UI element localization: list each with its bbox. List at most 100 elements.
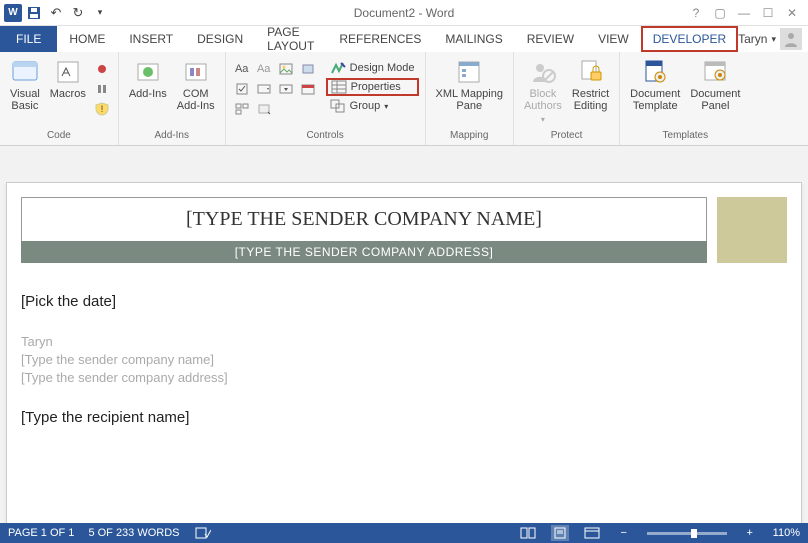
addins-button[interactable]: Add-Ins <box>125 56 171 102</box>
chevron-down-icon: ▾ <box>541 114 545 126</box>
macros-icon <box>54 58 82 86</box>
tab-insert[interactable]: INSERT <box>117 26 185 52</box>
group-protect-label: Protect <box>551 130 583 143</box>
group-button[interactable]: Group ▾ <box>326 98 419 114</box>
zoom-level[interactable]: 110% <box>773 527 800 539</box>
quick-access-toolbar: W ↶ ↻ ▾ <box>0 3 110 23</box>
visual-basic-button[interactable]: Visual Basic <box>6 56 44 114</box>
design-mode-label: Design Mode <box>350 62 415 74</box>
properties-button[interactable]: Properties <box>326 78 419 96</box>
macros-label: Macros <box>50 88 86 100</box>
company-address-field[interactable]: [TYPE THE SENDER COMPANY ADDRESS] <box>21 241 707 263</box>
restrict-editing-label: Restrict Editing <box>572 88 609 112</box>
ribbon-display-icon[interactable]: ▢ <box>710 4 730 22</box>
titlebar: W ↶ ↻ ▾ Document2 - Word ? ▢ — ☐ ✕ <box>0 0 808 26</box>
logo-placeholder[interactable] <box>717 197 787 263</box>
undo-icon[interactable]: ↶ <box>46 3 66 23</box>
group-code: Visual Basic Macros ! Code <box>0 52 119 145</box>
window-controls: ? ▢ — ☐ ✕ <box>686 4 808 22</box>
date-picker-field[interactable]: [Pick the date] <box>21 293 787 310</box>
design-mode-button[interactable]: Design Mode <box>326 60 419 76</box>
combobox-control-icon[interactable] <box>254 80 274 98</box>
group-templates-label: Templates <box>663 130 709 143</box>
properties-label: Properties <box>351 81 401 93</box>
date-picker-control-icon[interactable] <box>298 80 318 98</box>
document-template-label: Document Template <box>630 88 680 112</box>
com-addins-button[interactable]: COM Add-Ins <box>173 56 219 114</box>
chevron-down-icon: ▾ <box>384 102 388 111</box>
tab-references[interactable]: REFERENCES <box>327 26 433 52</box>
group-controls-label: Controls <box>306 130 343 143</box>
restrict-editing-button[interactable]: Restrict Editing <box>568 56 613 114</box>
spellcheck-icon[interactable] <box>194 525 212 541</box>
sender-address-field[interactable]: [Type the sender company address] <box>21 370 787 385</box>
dropdown-control-icon[interactable] <box>276 80 296 98</box>
read-mode-icon[interactable] <box>519 525 537 541</box>
xml-mapping-icon <box>455 58 483 86</box>
document-page[interactable]: [TYPE THE SENDER COMPANY NAME] [TYPE THE… <box>6 182 802 523</box>
tab-page-layout[interactable]: PAGE LAYOUT <box>255 26 327 52</box>
macros-button[interactable]: Macros <box>46 56 90 102</box>
window-title: Document2 - Word <box>354 6 454 20</box>
tab-view[interactable]: VIEW <box>586 26 641 52</box>
sender-name-field[interactable]: Taryn <box>21 334 787 349</box>
tab-review[interactable]: REVIEW <box>515 26 586 52</box>
word-count[interactable]: 5 OF 233 WORDS <box>88 527 179 539</box>
checkbox-control-icon[interactable] <box>232 80 252 98</box>
zoom-thumb[interactable] <box>691 529 697 538</box>
avatar-icon <box>780 28 802 50</box>
chevron-down-icon: ▾ <box>771 34 776 45</box>
macro-security-icon[interactable]: ! <box>92 100 112 118</box>
repeating-section-icon[interactable] <box>232 100 252 118</box>
company-name-field[interactable]: [TYPE THE SENDER COMPANY NAME] <box>21 197 707 241</box>
zoom-in-icon[interactable]: + <box>741 525 759 541</box>
ribbon: Visual Basic Macros ! Code Add-Ins <box>0 52 808 146</box>
redo-icon[interactable]: ↻ <box>68 3 88 23</box>
pause-recording-icon[interactable] <box>92 80 112 98</box>
minimize-icon[interactable]: — <box>734 4 754 22</box>
web-layout-icon[interactable] <box>583 525 601 541</box>
tab-mailings[interactable]: MAILINGS <box>433 26 514 52</box>
group-templates: Document Template Document Panel Templat… <box>620 52 750 145</box>
zoom-out-icon[interactable]: − <box>615 525 633 541</box>
sender-company-field[interactable]: [Type the sender company name] <box>21 352 787 367</box>
tab-design[interactable]: DESIGN <box>185 26 255 52</box>
xml-mapping-button[interactable]: XML Mapping Pane <box>432 56 507 114</box>
building-block-control-icon[interactable] <box>298 60 318 78</box>
user-account[interactable]: Taryn ▾ <box>738 26 808 52</box>
rich-text-control-icon[interactable]: Aa <box>232 60 252 78</box>
document-canvas[interactable]: [TYPE THE SENDER COMPANY NAME] [TYPE THE… <box>0 146 808 523</box>
record-macro-icon[interactable] <box>92 60 112 78</box>
block-authors-button[interactable]: Block Authors ▾ <box>520 56 566 128</box>
user-name: Taryn <box>738 32 767 46</box>
status-bar: PAGE 1 OF 1 5 OF 233 WORDS − + 110% <box>0 523 808 543</box>
block-authors-icon <box>529 58 557 86</box>
group-mapping-label: Mapping <box>450 130 488 143</box>
tab-developer[interactable]: DEVELOPER <box>641 26 738 52</box>
tab-home[interactable]: HOME <box>57 26 117 52</box>
print-layout-icon[interactable] <box>551 525 569 541</box>
document-panel-icon <box>701 58 729 86</box>
recipient-name-field[interactable]: [Type the recipient name] <box>21 409 787 426</box>
legacy-tools-icon[interactable] <box>254 100 274 118</box>
document-template-button[interactable]: Document Template <box>626 56 684 114</box>
word-app-icon[interactable]: W <box>4 4 22 22</box>
document-panel-label: Document Panel <box>690 88 740 112</box>
maximize-icon[interactable]: ☐ <box>758 4 778 22</box>
page-indicator[interactable]: PAGE 1 OF 1 <box>8 527 74 539</box>
close-icon[interactable]: ✕ <box>782 4 802 22</box>
zoom-slider[interactable] <box>647 532 727 535</box>
properties-icon <box>331 80 347 94</box>
picture-control-icon[interactable] <box>276 60 296 78</box>
help-icon[interactable]: ? <box>686 4 706 22</box>
addins-icon <box>134 58 162 86</box>
document-panel-button[interactable]: Document Panel <box>686 56 744 114</box>
save-icon[interactable] <box>24 3 44 23</box>
plain-text-control-icon[interactable]: Aa <box>254 60 274 78</box>
group-addins-label: Add-Ins <box>155 130 189 143</box>
svg-text:!: ! <box>101 104 104 114</box>
tab-file[interactable]: FILE <box>0 26 57 52</box>
restrict-editing-icon <box>577 58 605 86</box>
xml-mapping-label: XML Mapping Pane <box>436 88 503 112</box>
qat-customize-icon[interactable]: ▾ <box>90 3 110 23</box>
